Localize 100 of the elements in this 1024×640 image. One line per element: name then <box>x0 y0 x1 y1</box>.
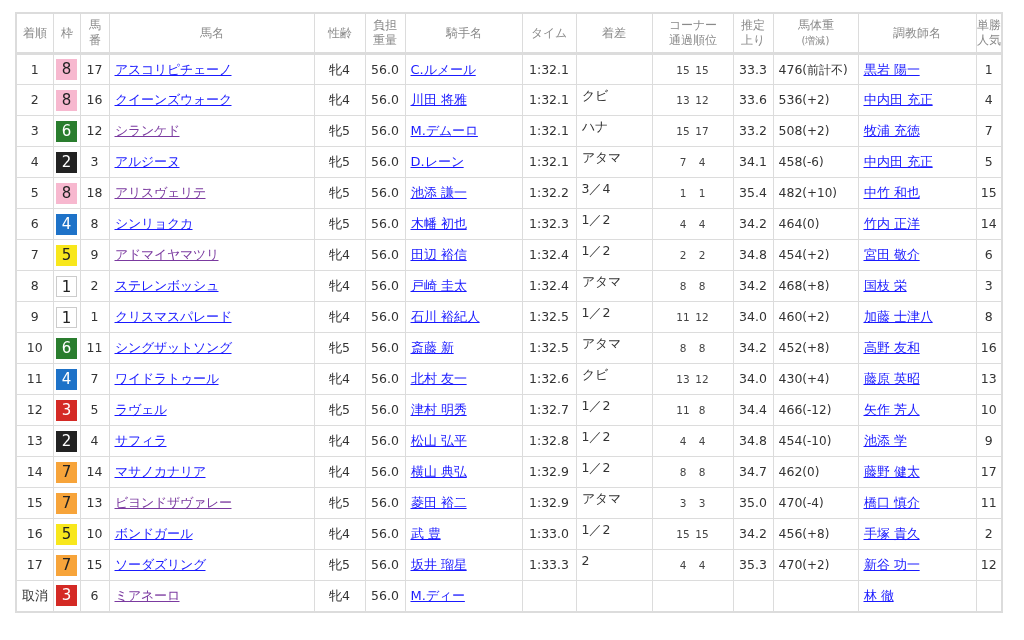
finish-position: 7 <box>16 239 53 271</box>
sex-age: 牝4 <box>314 53 365 85</box>
horse-number: 1 <box>80 301 109 333</box>
horse-name-link[interactable]: ラヴェル <box>114 402 167 417</box>
margin: アタマ <box>576 332 652 364</box>
margin: アタマ <box>576 270 652 302</box>
weight-change: (-12) <box>802 403 832 417</box>
sex-age: 牝5 <box>314 487 365 519</box>
corner-position: 12 <box>694 93 710 108</box>
body-weight: 458 <box>778 154 803 169</box>
trainer-link[interactable]: 林 徹 <box>863 587 894 603</box>
frame-badge: 7 <box>56 461 77 483</box>
body-weight: 454 <box>778 247 803 262</box>
frame-badge: 3 <box>56 585 77 607</box>
corner-position: 4 <box>697 558 707 573</box>
corner-position: 15 <box>675 527 691 542</box>
frame-badge: 1 <box>56 306 77 328</box>
frame-badge: 6 <box>56 120 77 142</box>
last-3f-time: 33.3 <box>733 53 773 85</box>
finish-position: 3 <box>16 115 53 147</box>
finish-position: 1 <box>16 53 53 85</box>
weight-carried: 56.0 <box>365 456 405 488</box>
frame-badge: 5 <box>56 244 77 266</box>
trainer-link[interactable]: 池添 学 <box>863 433 907 448</box>
last-3f-time: 34.2 <box>733 518 773 550</box>
weight-change: (+10) <box>802 186 838 200</box>
horse-number: 16 <box>80 84 109 116</box>
jockey-link[interactable]: 武 豊 <box>410 526 441 541</box>
horse-name-link[interactable]: ボンドガール <box>114 526 193 541</box>
margin: 1／2 <box>576 456 652 488</box>
jockey-link[interactable]: 斎藤 新 <box>410 340 454 355</box>
last-3f-time: 34.2 <box>733 270 773 302</box>
weight-change: (+2) <box>802 248 830 262</box>
weight-carried: 56.0 <box>365 363 405 395</box>
frame-badge: 8 <box>56 182 77 204</box>
weight-carried: 56.0 <box>365 270 405 302</box>
corner-position: 17 <box>694 124 710 139</box>
body-weight: 452 <box>778 340 803 355</box>
finish-time: 1:33.3 <box>522 549 576 581</box>
column-header: 推定 上り <box>733 13 773 54</box>
weight-change: (-6) <box>802 155 824 169</box>
horse-name-link[interactable]: サフィラ <box>114 433 167 448</box>
finish-position: 9 <box>16 301 53 333</box>
margin: アタマ <box>576 487 652 519</box>
corner-position: 8 <box>697 465 707 480</box>
column-header: 馬 番 <box>80 13 109 54</box>
sex-age: 牝5 <box>314 549 365 581</box>
finish-time: 1:32.6 <box>522 363 576 395</box>
last-3f-time: 33.2 <box>733 115 773 147</box>
trainer-link[interactable]: 国枝 栄 <box>863 278 907 293</box>
horse-name-link[interactable]: アルジーヌ <box>114 154 180 169</box>
sex-age: 牝5 <box>314 208 365 240</box>
horse-number: 4 <box>80 425 109 457</box>
body-weight: 456 <box>778 526 803 541</box>
column-header: 騎手名 <box>405 13 522 54</box>
sex-age: 牝4 <box>314 363 365 395</box>
margin: クビ <box>576 84 652 116</box>
horse-name-link[interactable]: ミアネーロ <box>114 587 180 603</box>
last-3f-time: 34.2 <box>733 332 773 364</box>
corner-position: 8 <box>678 341 688 356</box>
sex-age: 牝4 <box>314 84 365 116</box>
body-weight: 430 <box>778 371 803 386</box>
body-weight: 468 <box>778 278 803 293</box>
finish-position: 6 <box>16 208 53 240</box>
corner-position: 13 <box>675 372 691 387</box>
sex-age: 牝5 <box>314 332 365 364</box>
finish-time: 1:32.1 <box>522 115 576 147</box>
corner-position: 4 <box>697 434 707 449</box>
horse-number: 13 <box>80 487 109 519</box>
margin: ハナ <box>576 115 652 147</box>
corner-position: 4 <box>697 155 707 170</box>
body-weight: 482 <box>778 185 803 200</box>
horse-number: 2 <box>80 270 109 302</box>
margin: 1／2 <box>576 208 652 240</box>
horse-name-link[interactable]: シンリョクカ <box>114 216 193 231</box>
horse-name-link[interactable]: シランケド <box>114 123 180 138</box>
sex-age: 牝4 <box>314 425 365 457</box>
weight-carried: 56.0 <box>365 115 405 147</box>
body-weight: 536 <box>778 92 803 107</box>
corner-position: 8 <box>697 341 707 356</box>
weight-change: (+8) <box>802 527 830 541</box>
finish-position: 5 <box>16 177 53 209</box>
weight-change: (0) <box>802 465 820 479</box>
margin: 1／2 <box>576 239 652 271</box>
finish-position: 17 <box>16 549 53 581</box>
weight-carried: 56.0 <box>365 518 405 550</box>
finish-time: 1:32.5 <box>522 332 576 364</box>
weight-change: (+8) <box>802 279 830 293</box>
column-header: 調教師名 <box>858 13 976 54</box>
column-header: 枠 <box>53 13 80 54</box>
finish-time: 1:32.3 <box>522 208 576 240</box>
corner-position: 2 <box>678 248 688 263</box>
column-header: コーナー 通過順位 <box>652 13 733 54</box>
corner-position: 4 <box>678 558 688 573</box>
corner-position: 15 <box>675 124 691 139</box>
sex-age: 牝4 <box>314 239 365 271</box>
margin: 1／2 <box>576 394 652 426</box>
corner-position: 3 <box>697 496 707 511</box>
finish-time: 1:32.4 <box>522 270 576 302</box>
horse-number: 7 <box>80 363 109 395</box>
